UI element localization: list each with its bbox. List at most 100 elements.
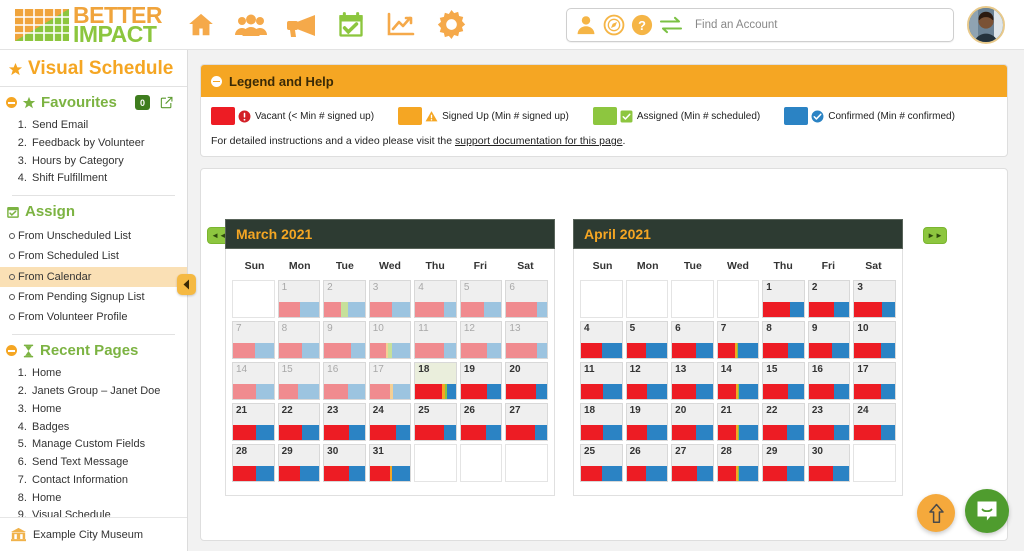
calendar-day-cell[interactable]: 4 [580,321,623,359]
list-item[interactable]: Hours by Category [30,153,187,171]
favourites-section-header[interactable]: Favourites 0 [0,87,187,115]
calendar-day-cell[interactable]: 17 [368,362,412,400]
sidebar-item-from-pending-signup-list[interactable]: From Pending Signup List [0,287,187,307]
brand-logo[interactable]: BETTER IMPACT [14,4,163,45]
sidebar-collapse-tab[interactable] [177,274,196,295]
gear-icon[interactable] [434,8,468,42]
people-icon[interactable] [234,8,268,42]
calendar-day-cell[interactable]: 2 [323,280,366,318]
compass-icon[interactable] [603,14,625,36]
calendar-day-cell[interactable]: 1 [762,280,805,318]
calendar-day-cell[interactable]: 21 [232,403,275,441]
scroll-to-top-button[interactable] [917,494,955,532]
calendar-day-cell[interactable]: 1 [277,280,321,318]
calendar-day-cell[interactable]: 15 [277,362,321,400]
list-item[interactable]: Send Text Message [30,454,187,472]
calendar-day-cell[interactable]: 13 [671,362,714,400]
list-item[interactable]: Home [30,490,187,508]
recent-pages-section-header[interactable]: Recent Pages [0,335,187,363]
calendar-day-cell[interactable]: 22 [277,403,321,441]
sidebar-item-from-unscheduled-list[interactable]: From Unscheduled List [0,226,187,246]
minus-circle-icon[interactable] [6,345,17,357]
next-month-button[interactable]: ►► [923,227,947,244]
organization-footer[interactable]: Example City Museum [0,517,187,551]
calendar-day-cell[interactable]: 14 [232,362,275,400]
home-icon[interactable] [184,8,218,42]
list-item[interactable]: Home [30,365,187,383]
calendar-day-cell[interactable]: 4 [414,280,457,318]
calendar-day-cell[interactable]: 12 [459,321,503,359]
list-item[interactable]: Manage Custom Fields [30,436,187,454]
calendar-day-cell[interactable]: 12 [625,362,669,400]
calendar-check-icon[interactable] [334,8,368,42]
calendar-day-cell[interactable]: 31 [368,444,412,482]
calendar-day-cell[interactable]: 28 [716,444,760,482]
chart-line-icon[interactable] [384,8,418,42]
find-account-search[interactable]: ? Find an Account [566,8,954,42]
sidebar-item-from-volunteer-profile[interactable]: From Volunteer Profile [0,307,187,327]
calendar-day-cell[interactable]: 29 [762,444,805,482]
sidebar-item-from-scheduled-list[interactable]: From Scheduled List [0,246,187,266]
calendar-day-cell[interactable]: 8 [277,321,321,359]
list-item[interactable]: Badges [30,419,187,437]
list-item[interactable]: Janets Group – Janet Doe [30,383,187,401]
calendar-day-cell[interactable]: 18 [414,362,457,400]
minus-circle-icon[interactable] [211,75,222,87]
support-documentation-link[interactable]: support documentation for this page [455,135,623,147]
minus-circle-icon[interactable] [6,97,17,108]
calendar-day-cell[interactable]: 18 [580,403,623,441]
calendar-day-cell[interactable]: 6 [505,280,548,318]
calendar-day-cell[interactable]: 7 [232,321,275,359]
search-input[interactable]: Find an Account [695,19,777,31]
calendar-day-cell[interactable]: 29 [277,444,321,482]
megaphone-icon[interactable] [284,8,318,42]
calendar-day-cell[interactable]: 21 [716,403,760,441]
calendar-day-cell[interactable]: 27 [671,444,714,482]
calendar-day-cell[interactable]: 7 [716,321,760,359]
legend-panel-header[interactable]: Legend and Help [201,65,1007,97]
calendar-day-cell[interactable]: 30 [807,444,851,482]
calendar-day-cell[interactable]: 14 [716,362,760,400]
calendar-day-cell[interactable]: 6 [671,321,714,359]
calendar-day-cell[interactable]: 10 [368,321,412,359]
calendar-day-cell[interactable]: 20 [671,403,714,441]
person-icon[interactable] [575,14,597,36]
calendar-day-cell[interactable]: 5 [459,280,503,318]
calendar-day-cell[interactable]: 19 [459,362,503,400]
calendar-day-cell[interactable]: 25 [580,444,623,482]
list-item[interactable]: Feedback by Volunteer [30,135,187,153]
calendar-day-cell[interactable]: 26 [459,403,503,441]
calendar-day-cell[interactable]: 15 [762,362,805,400]
calendar-day-cell[interactable]: 23 [807,403,851,441]
calendar-day-cell[interactable]: 20 [505,362,548,400]
calendar-day-cell[interactable]: 8 [762,321,805,359]
calendar-day-cell[interactable]: 11 [414,321,457,359]
calendar-day-cell[interactable]: 28 [232,444,275,482]
calendar-day-cell[interactable]: 2 [807,280,851,318]
calendar-day-cell[interactable]: 23 [323,403,366,441]
calendar-day-cell[interactable]: 3 [853,280,896,318]
calendar-day-cell[interactable]: 10 [853,321,896,359]
help-question-icon[interactable]: ? [631,14,653,36]
calendar-day-cell[interactable]: 16 [323,362,366,400]
calendar-day-cell[interactable]: 30 [323,444,366,482]
sidebar-item-from-calendar[interactable]: From Calendar [0,266,187,287]
chat-support-button[interactable] [965,489,1009,533]
calendar-day-cell[interactable]: 25 [414,403,457,441]
switch-arrows-icon[interactable] [659,15,683,35]
calendar-day-cell[interactable]: 22 [762,403,805,441]
calendar-day-cell[interactable]: 16 [807,362,851,400]
list-item[interactable]: Shift Fulfillment [30,170,187,188]
user-avatar[interactable] [967,6,1005,44]
calendar-day-cell[interactable]: 26 [625,444,669,482]
list-item[interactable]: Contact Information [30,472,187,490]
calendar-day-cell[interactable]: 19 [625,403,669,441]
calendar-day-cell[interactable]: 17 [853,362,896,400]
list-item[interactable]: Home [30,401,187,419]
calendar-day-cell[interactable]: 5 [625,321,669,359]
calendar-day-cell[interactable]: 9 [323,321,366,359]
calendar-day-cell[interactable]: 24 [853,403,896,441]
list-item[interactable]: Send Email [30,117,187,135]
calendar-day-cell[interactable]: 24 [368,403,412,441]
calendar-day-cell[interactable]: 3 [368,280,412,318]
